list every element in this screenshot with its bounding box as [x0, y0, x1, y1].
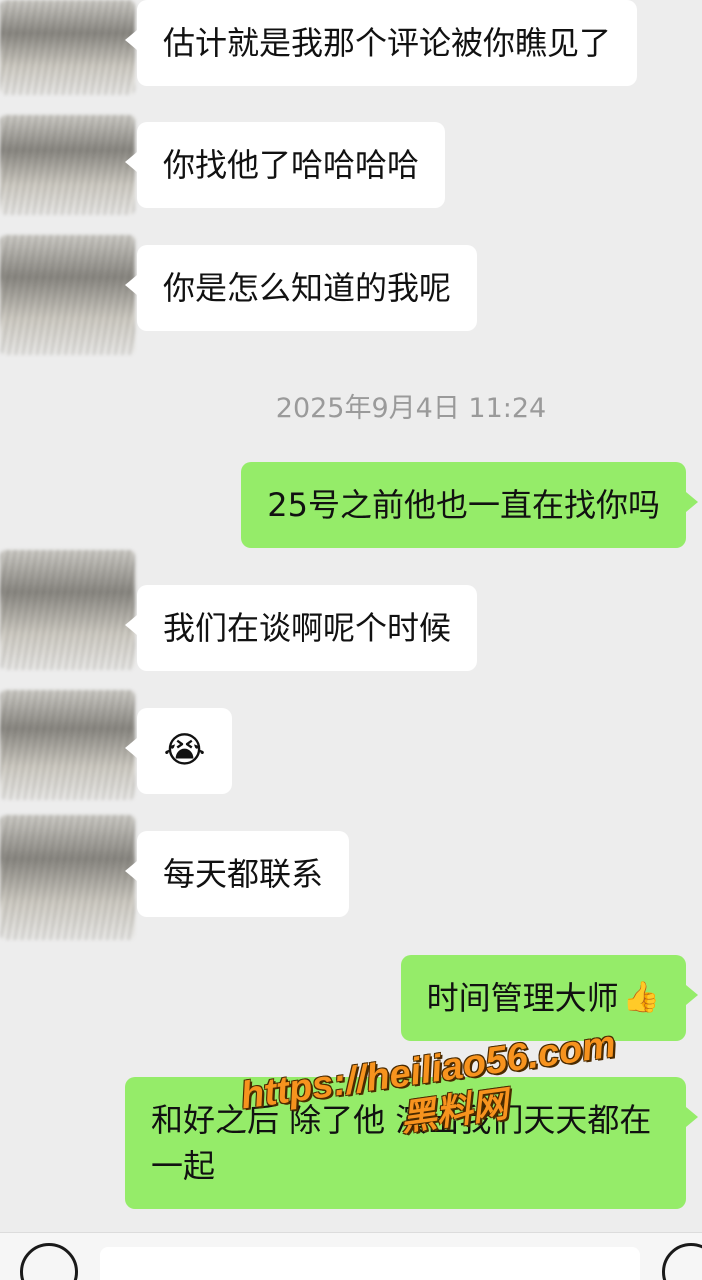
emoji-icon[interactable]	[662, 1243, 702, 1280]
message-bubble-incoming[interactable]: 每天都联系	[124, 831, 350, 917]
message-bubble-outgoing[interactable]: 25号之前他也一直在找你吗	[241, 462, 698, 548]
voice-icon[interactable]	[20, 1243, 78, 1280]
message-text: 25号之前他也一直在找你吗	[267, 486, 660, 524]
message-text: 每天都联系	[163, 855, 324, 893]
message-bubble-incoming[interactable]: 😭	[125, 708, 232, 794]
message-input[interactable]	[100, 1247, 640, 1280]
message-bubble-incoming[interactable]: 你是怎么知道的我呢	[124, 245, 478, 331]
message-bubble-outgoing[interactable]: 时间管理大师 👍	[400, 955, 699, 1041]
message-bubble-incoming[interactable]: 你找他了哈哈哈哈	[124, 122, 446, 208]
avatar-blurred[interactable]	[0, 0, 135, 95]
message-text: 你是怎么知道的我呢	[163, 269, 452, 307]
message-bubble-outgoing[interactable]: 和好之后 除了他 演出我们天天都在一起	[125, 1077, 698, 1209]
thumbs-up-icon: 👍	[622, 980, 660, 1015]
message-text: 时间管理大师	[426, 979, 619, 1017]
avatar-blurred[interactable]	[0, 815, 135, 940]
avatar-blurred[interactable]	[0, 690, 135, 800]
message-text: 和好之后 除了他 演出我们天天都在一起	[151, 1101, 652, 1185]
message-text: 估计就是我那个评论被你瞧见了	[163, 24, 612, 62]
message-bubble-incoming[interactable]: 我们在谈啊呢个时候	[124, 585, 478, 671]
message-input-bar	[0, 1232, 702, 1280]
avatar-blurred[interactable]	[0, 115, 135, 215]
chat-timestamp: 2025年9月4日 11:24	[275, 393, 547, 424]
message-text: 你找他了哈哈哈哈	[163, 146, 420, 184]
avatar-blurred[interactable]	[0, 235, 135, 355]
message-bubble-incoming[interactable]: 估计就是我那个评论被你瞧见了	[124, 0, 638, 86]
avatar-blurred[interactable]	[0, 550, 135, 670]
message-text: 我们在谈啊呢个时候	[163, 609, 452, 647]
crying-face-icon: 😭	[163, 730, 206, 771]
